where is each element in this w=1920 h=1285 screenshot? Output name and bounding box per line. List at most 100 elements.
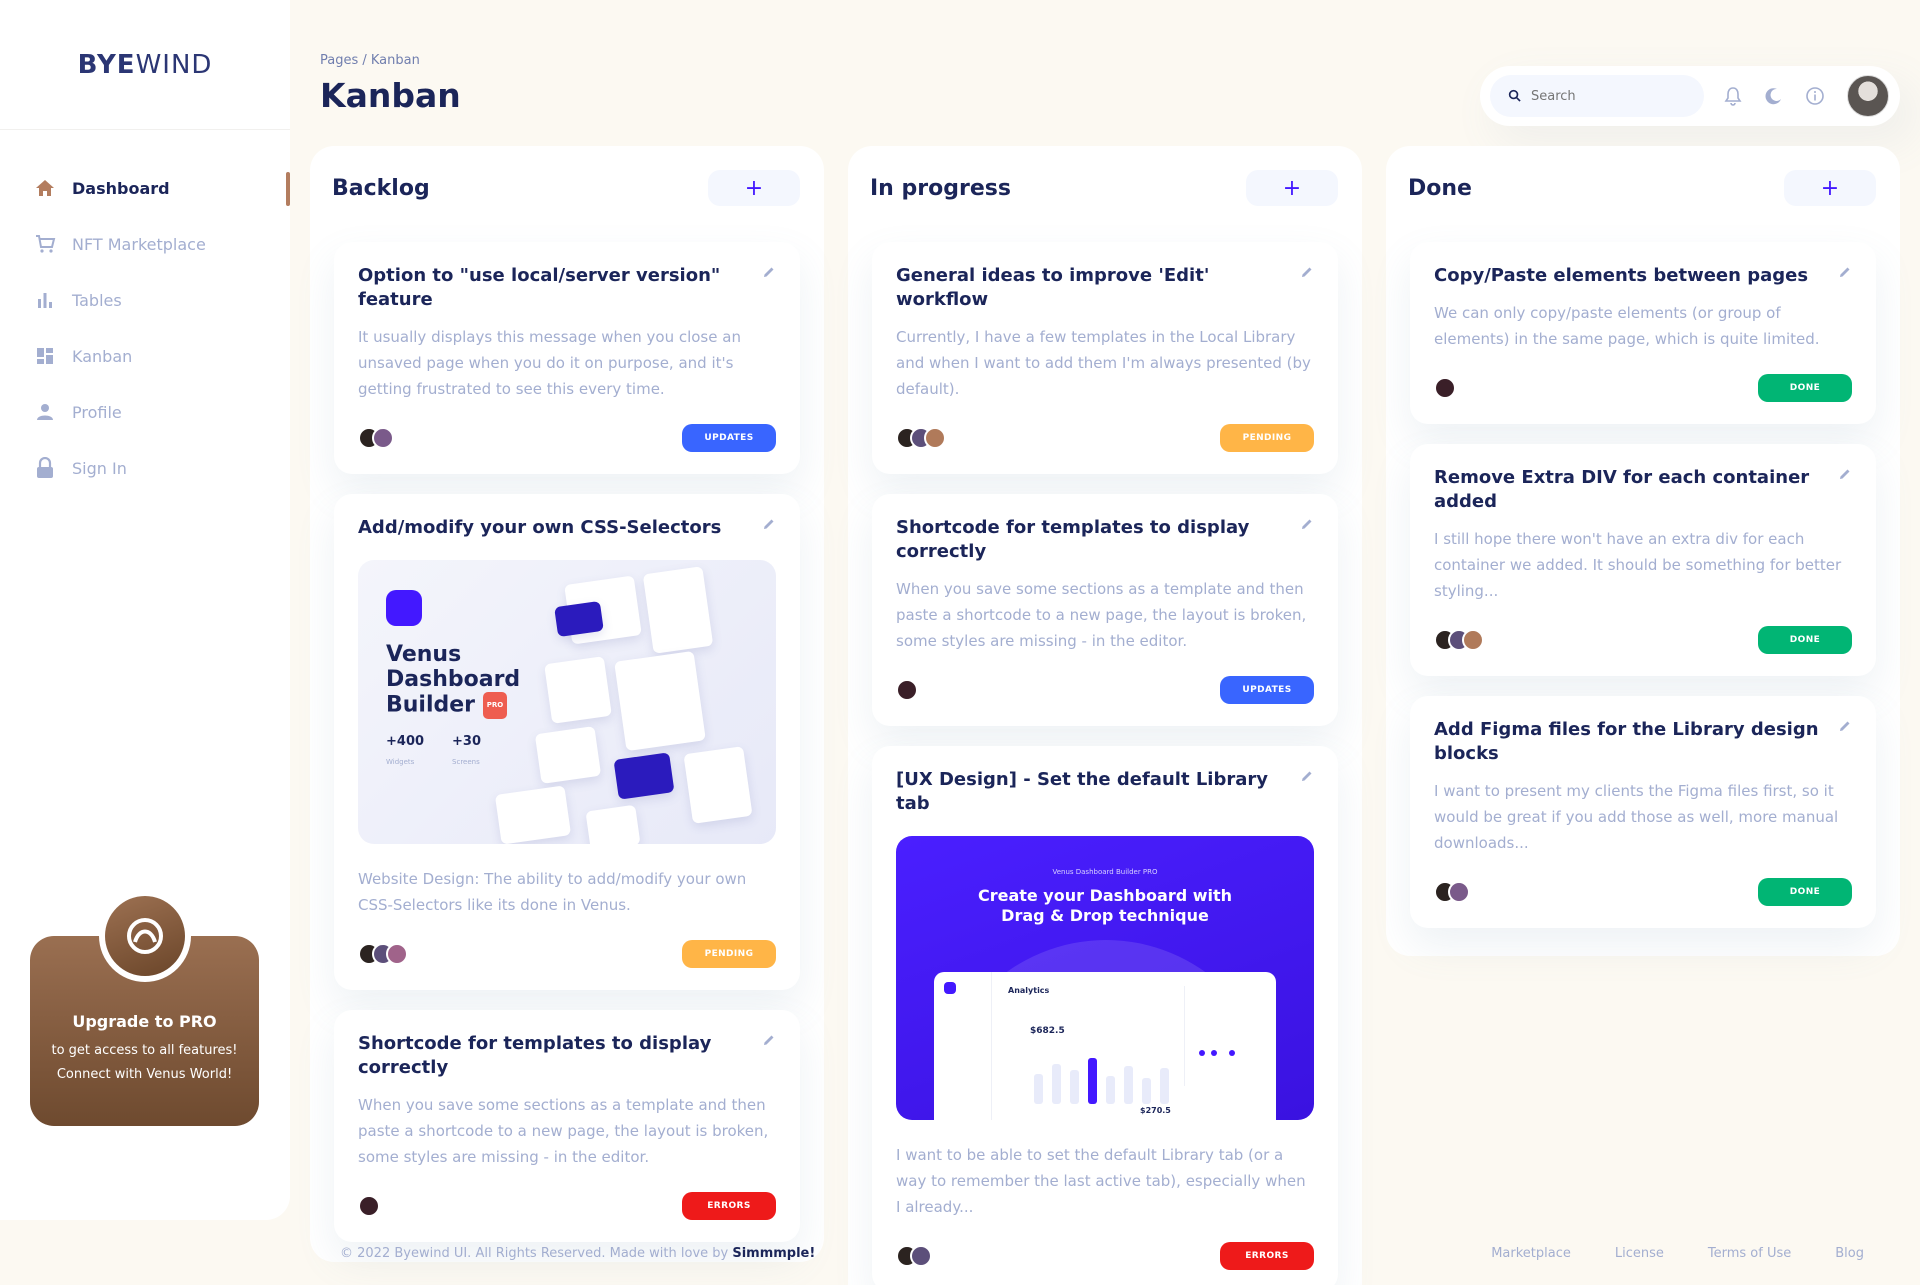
preview-stat-value: +30 (452, 734, 482, 749)
breadcrumb[interactable]: Pages / Kanban (320, 53, 420, 68)
assignee-avatars (1434, 881, 1470, 903)
kanban-card[interactable]: Copy/Paste elements between pages We can… (1410, 242, 1876, 424)
card-description: I want to be able to set the default Lib… (896, 1146, 1306, 1216)
edit-icon[interactable] (1300, 264, 1316, 280)
bar-chart-icon (34, 289, 56, 311)
kanban-card[interactable]: Remove Extra DIV for each container adde… (1410, 444, 1876, 676)
status-badge[interactable]: DONE (1758, 374, 1852, 402)
kanban-card[interactable]: Add/modify your own CSS-Selectors Venus … (334, 494, 800, 990)
info-icon[interactable] (1803, 84, 1827, 108)
footer-author-link[interactable]: Simmmple! (732, 1246, 815, 1261)
preview-bar (1160, 1068, 1169, 1104)
edit-icon[interactable] (1838, 718, 1854, 734)
preview-title-line: Create your Dashboard with (977, 886, 1233, 905)
status-badge[interactable]: UPDATES (1220, 676, 1314, 704)
preview-panel-title: Analytics (1008, 986, 1050, 995)
kanban-card[interactable]: Option to "use local/server version" fea… (334, 242, 800, 474)
kanban-card[interactable]: Add Figma files for the Library design b… (1410, 696, 1876, 928)
sidebar-item-nft-marketplace[interactable]: NFT Marketplace (0, 216, 290, 272)
edit-icon[interactable] (1300, 768, 1316, 784)
venus-logo-icon (944, 982, 956, 994)
edit-icon[interactable] (762, 516, 778, 532)
column-header: Backlog + (310, 146, 824, 242)
add-card-button[interactable]: + (708, 170, 800, 206)
status-badge[interactable]: ERRORS (1220, 1242, 1314, 1270)
status-badge[interactable]: PENDING (1220, 424, 1314, 452)
brand-bold: BYE (77, 49, 136, 80)
preview-stat: +30 Screens (452, 734, 481, 768)
edit-icon[interactable] (762, 264, 778, 280)
user-avatar[interactable] (1847, 75, 1889, 117)
sidebar-item-tables[interactable]: Tables (0, 272, 290, 328)
preview-title-line: Drag & Drop technique (1001, 906, 1209, 925)
footer-link-marketplace[interactable]: Marketplace (1491, 1246, 1571, 1261)
search-box[interactable] (1490, 75, 1704, 117)
avatar (910, 1245, 932, 1267)
assignee-avatars (1434, 629, 1484, 651)
kanban-card[interactable]: Shortcode for templates to display corre… (334, 1010, 800, 1242)
edit-icon[interactable] (762, 1032, 778, 1048)
edit-icon[interactable] (1838, 264, 1854, 280)
status-badge[interactable]: ERRORS (682, 1192, 776, 1220)
sidebar-item-kanban[interactable]: Kanban (0, 328, 290, 384)
preview-title-line: Builder PRO (386, 692, 526, 719)
avatar (1434, 377, 1456, 399)
edit-icon[interactable] (1838, 466, 1854, 482)
kanban-card[interactable]: General ideas to improve 'Edit' workflow… (872, 242, 1338, 474)
preview-title-word: Builder (386, 692, 476, 718)
preview-tile (494, 785, 572, 844)
avatar (896, 679, 918, 701)
card-description: When you save some sections as a templat… (896, 580, 1307, 650)
preview-panel-value: $270.5 (1140, 1106, 1171, 1115)
sidebar-nav: Dashboard NFT Marketplace Tables Kanban … (0, 160, 290, 496)
footer-link-license[interactable]: License (1615, 1246, 1664, 1261)
preview-tile (642, 566, 714, 654)
upgrade-card[interactable]: Upgrade to PRO to get access to all feat… (30, 890, 259, 1126)
add-card-button[interactable]: + (1246, 170, 1338, 206)
sidebar-item-dashboard[interactable]: Dashboard (0, 160, 290, 216)
card-description: I want to present my clients the Figma f… (1434, 782, 1839, 852)
upgrade-line-2: Connect with Venus World! (56, 1067, 233, 1082)
upgrade-badge (98, 890, 191, 982)
preview-bar (1142, 1078, 1151, 1104)
preview-tile (613, 752, 675, 800)
card-description: It usually displays this message when yo… (358, 328, 741, 398)
kanban-card[interactable]: Shortcode for templates to display corre… (872, 494, 1338, 726)
status-badge[interactable]: PENDING (682, 940, 776, 968)
lock-icon (34, 457, 56, 479)
card-description: Currently, I have a few templates in the… (896, 328, 1311, 398)
column-title: In progress (870, 176, 1011, 201)
status-badge[interactable]: DONE (1758, 626, 1852, 654)
sidebar-item-label: Kanban (72, 346, 133, 366)
search-input[interactable] (1531, 88, 1681, 104)
page-title: Kanban (320, 76, 461, 115)
edit-icon[interactable] (1300, 516, 1316, 532)
card-title: Add Figma files for the Library design b… (1434, 719, 1819, 764)
upgrade-text: to get access to all features! Connect w… (30, 1039, 259, 1087)
status-badge[interactable]: DONE (1758, 878, 1852, 906)
sidebar-item-sign-in[interactable]: Sign In (0, 440, 290, 496)
footer-copyright: © 2022 Byewind UI. All Rights Reserved. … (340, 1246, 815, 1261)
sidebar-item-profile[interactable]: Profile (0, 384, 290, 440)
sidebar-item-label: Dashboard (72, 178, 170, 198)
card-title: Remove Extra DIV for each container adde… (1434, 467, 1810, 512)
add-card-button[interactable]: + (1784, 170, 1876, 206)
status-badge[interactable]: UPDATES (682, 424, 776, 452)
avatar (372, 427, 394, 449)
brand-logo[interactable]: BYE WIND (0, 0, 290, 130)
kanban-card[interactable]: [UX Design] - Set the default Library ta… (872, 746, 1338, 1285)
footer-link-terms[interactable]: Terms of Use (1708, 1246, 1791, 1261)
avatar (358, 1195, 380, 1217)
preview-bar (1106, 1076, 1115, 1104)
assignee-avatars (1434, 377, 1456, 399)
assignee-avatars (896, 679, 918, 701)
footer-links: Marketplace License Terms of Use Blog (1491, 1246, 1864, 1261)
preview-tile (683, 746, 753, 824)
preview-bar (1124, 1066, 1133, 1104)
bell-icon[interactable] (1721, 84, 1745, 108)
footer-link-blog[interactable]: Blog (1835, 1246, 1864, 1261)
card-preview-image: Venus Dashboard Builder PRO +400 Widgets … (358, 560, 776, 844)
column-title: Backlog (332, 176, 430, 201)
preview-title: Venus Dashboard Builder PRO (386, 642, 526, 719)
moon-icon[interactable] (1762, 84, 1786, 108)
